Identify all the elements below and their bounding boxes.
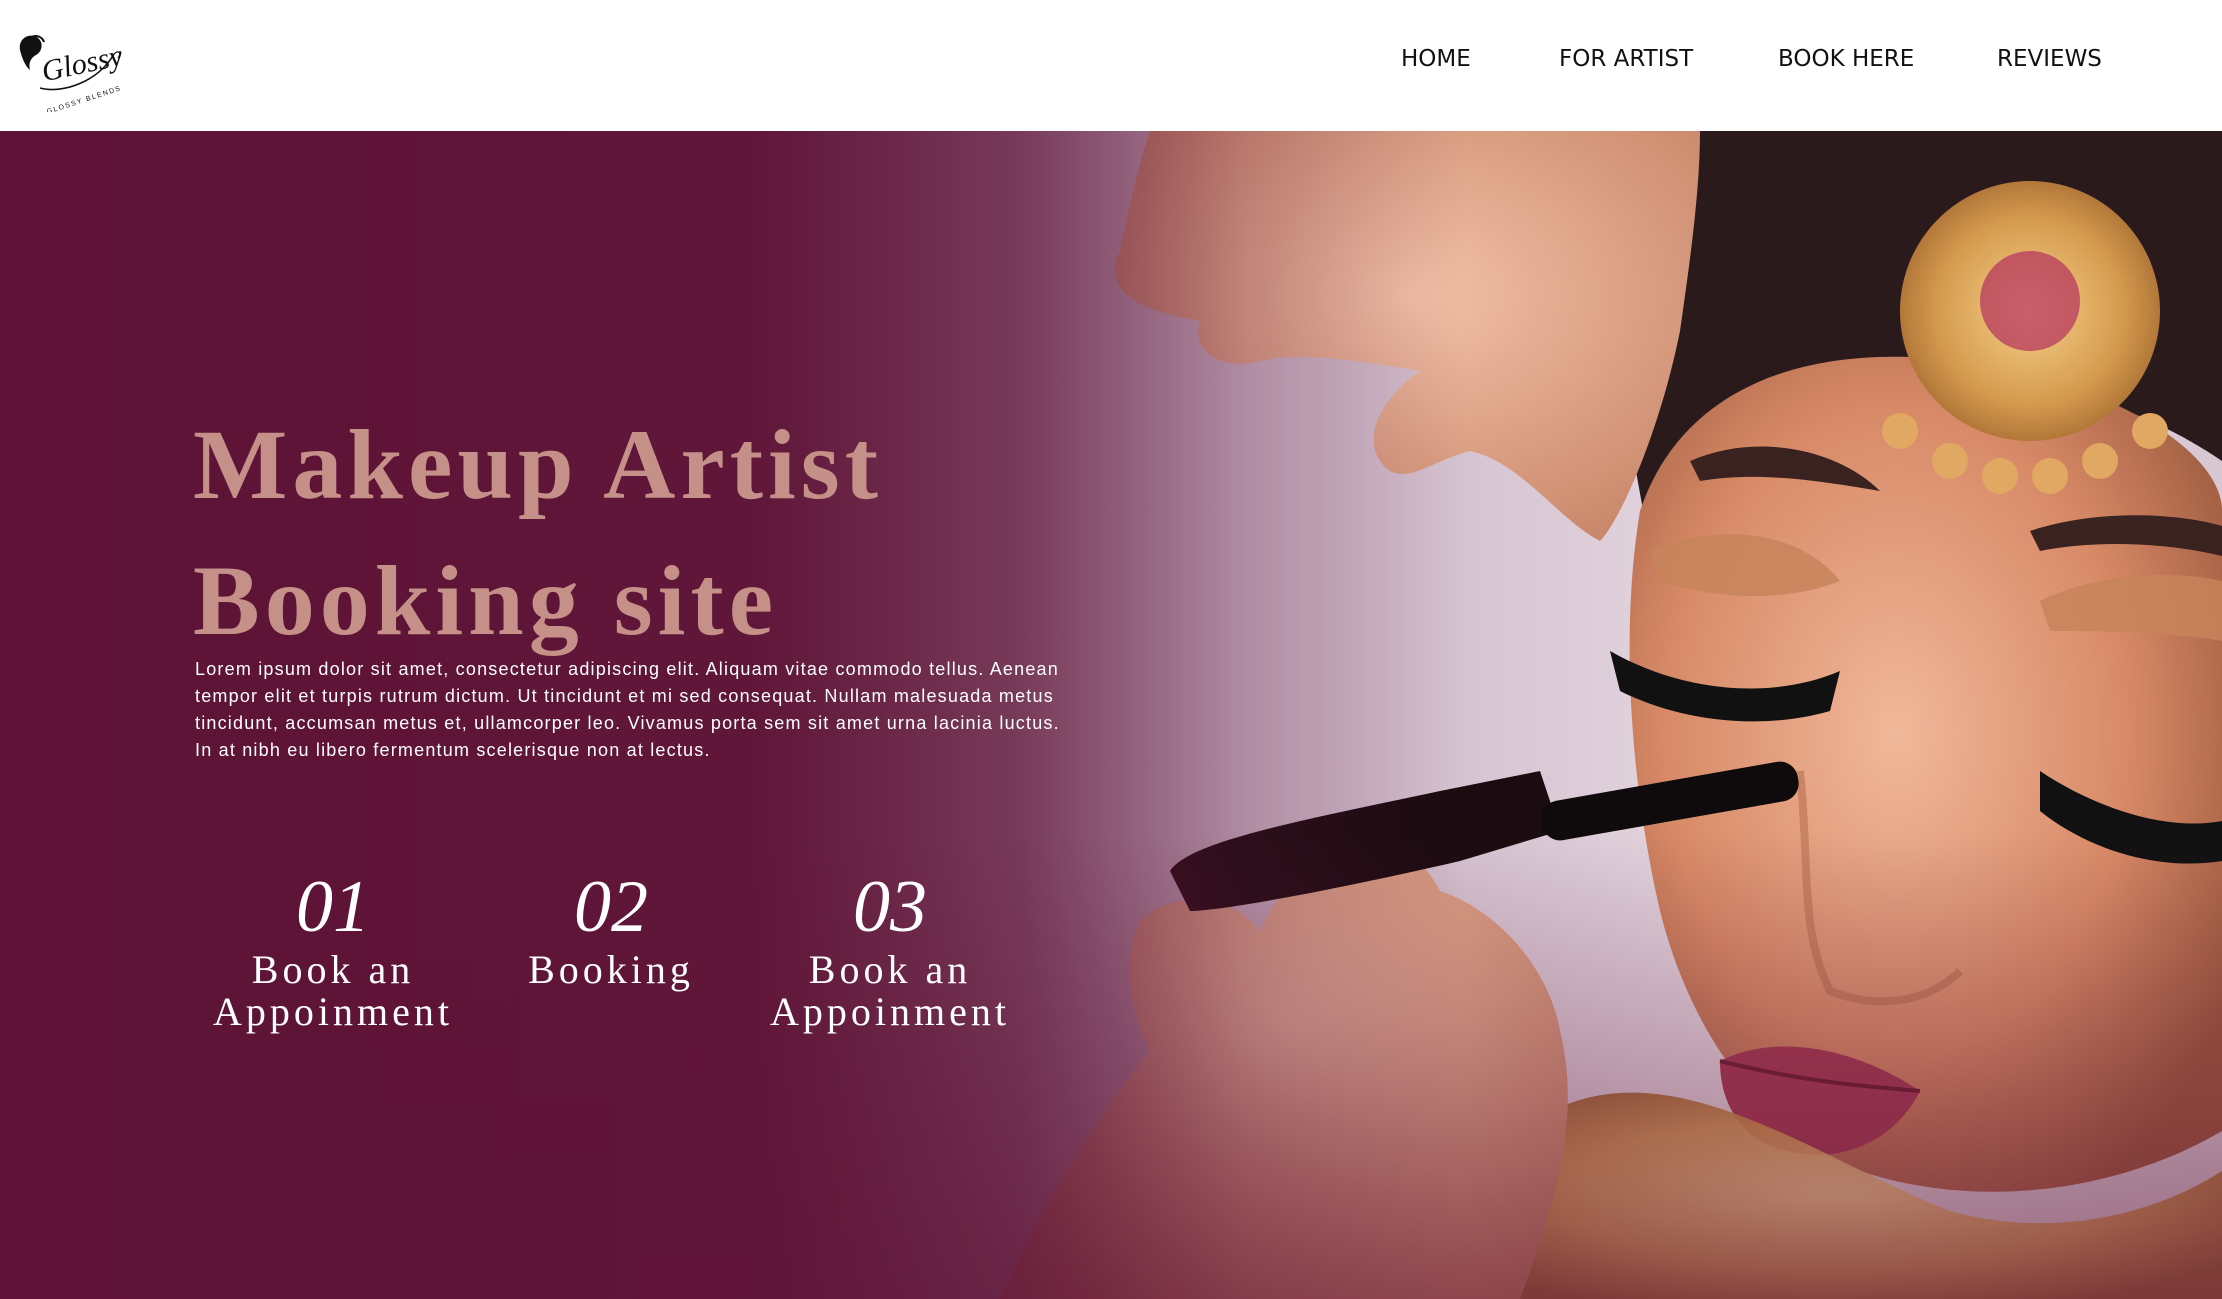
nav-reviews[interactable]: REVIEWS [1997,44,2102,74]
nav-book-here[interactable]: BOOK HERE [1778,44,1914,74]
site-header: Glossy GLOSSY BLENDS HOME FOR ARTIST BOO… [0,0,2222,131]
step-2-number: 02 [574,866,648,948]
step-1-number: 01 [296,866,370,948]
step-1[interactable]: 01 Book an Appoinment [188,865,478,1033]
hero-title-line1: Makeup Artist [193,409,883,520]
step-1-label-line2: Appoinment [213,989,453,1034]
hero-title-line2: Booking site [193,545,779,656]
nav-home[interactable]: HOME [1401,44,1471,74]
step-2-label-line1: Booking [528,947,694,992]
logo-script: Glossy [39,39,126,88]
step-3-number: 03 [853,866,927,948]
step-2[interactable]: 02 Booking [466,865,756,991]
logo-mark: Glossy GLOSSY BLENDS [19,35,126,112]
glossy-logo[interactable]: Glossy GLOSSY BLENDS [14,28,126,112]
hero-title: Makeup Artist Booking site [193,397,1093,669]
hero-section: Makeup Artist Booking site Lorem ipsum d… [0,131,2222,1299]
step-3[interactable]: 03 Book an Appoinment [745,865,1035,1033]
hero-description: Lorem ipsum dolor sit amet, consectetur … [195,659,1060,760]
step-3-label-line1: Book an [808,947,972,992]
nav-for-artist[interactable]: FOR ARTIST [1559,44,1693,74]
step-3-label-line2: Appoinment [770,989,1010,1034]
step-1-label-line1: Book an [251,947,415,992]
